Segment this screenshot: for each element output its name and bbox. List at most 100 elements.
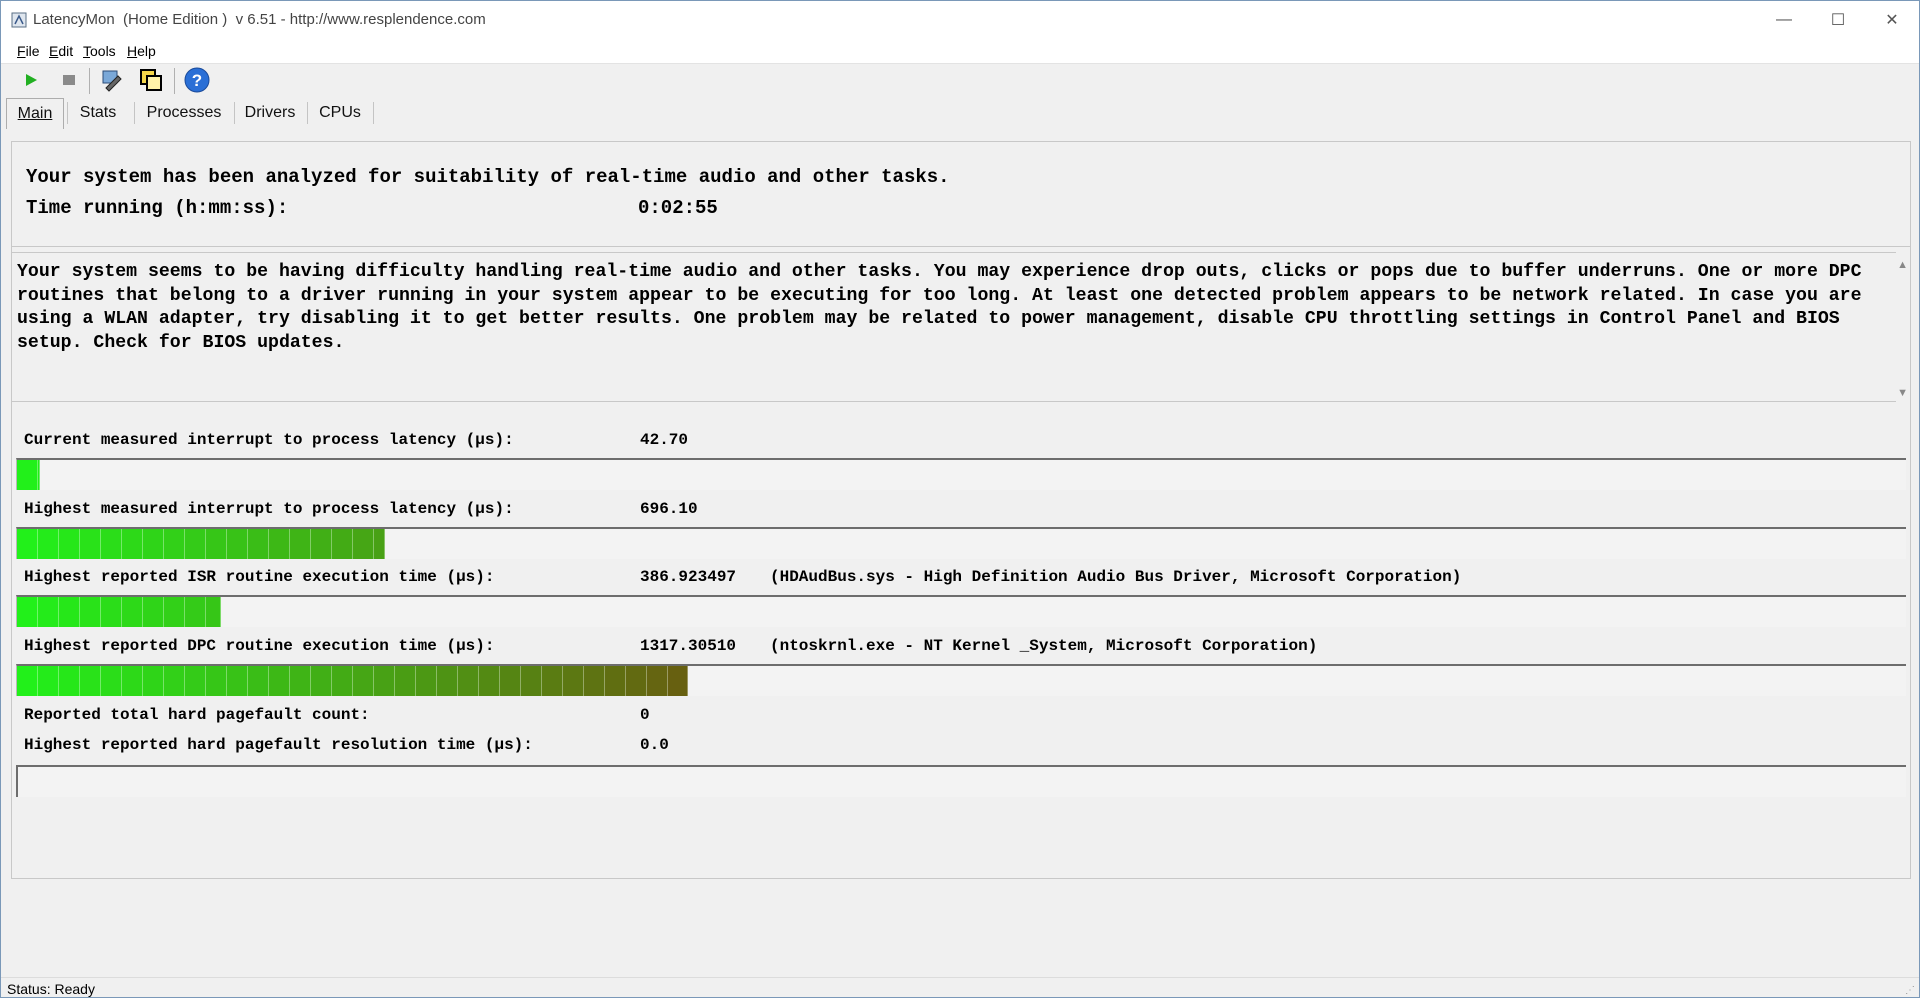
bar-segment <box>80 666 101 696</box>
bar-segment <box>311 529 332 559</box>
tab-processes[interactable]: Processes <box>139 98 229 128</box>
bar-segment <box>185 597 206 627</box>
tab-main-label: Main <box>17 105 53 122</box>
tab-separator <box>373 102 374 124</box>
current-latency-bar <box>16 458 1906 490</box>
bar-segment <box>479 666 500 696</box>
bar-segment <box>605 666 626 696</box>
bar-segment <box>227 529 248 559</box>
bar-segment <box>164 597 185 627</box>
bar-segment <box>185 529 206 559</box>
pagefault-time-value: 0.0 <box>640 736 669 754</box>
tab-strip: Main Stats Processes Drivers CPUs <box>1 98 1919 129</box>
menu-edit-accel: E <box>49 43 59 59</box>
windows-icon <box>140 69 162 91</box>
help-button[interactable]: ? <box>183 66 211 94</box>
tab-cpus[interactable]: CPUs <box>311 98 369 128</box>
bar-segment <box>353 666 374 696</box>
menu-edit-label: dit <box>58 43 74 59</box>
toolbar: ? <box>1 64 1919 98</box>
start-button[interactable] <box>17 66 45 94</box>
bar-segment <box>521 666 542 696</box>
main-panel: Your system has been analyzed for suitab… <box>11 141 1911 879</box>
menu-tools[interactable]: Tools <box>83 43 116 59</box>
close-button[interactable]: ✕ <box>1865 1 1919 39</box>
resize-grip-icon[interactable]: ⋰ <box>1905 985 1915 996</box>
bar-segment <box>290 666 311 696</box>
bar-segment <box>374 529 385 559</box>
bar-segment <box>17 460 38 490</box>
pagefault-count-label: Reported total hard pagefault count: <box>24 706 370 724</box>
summary-headline: Your system has been analyzed for suitab… <box>26 166 950 188</box>
bar-segment <box>38 460 40 490</box>
dpc-time-value: 1317.30510 <box>640 637 737 655</box>
tab-separator <box>134 102 135 124</box>
bar-segment <box>353 529 374 559</box>
bar-segment <box>206 666 227 696</box>
bar-segment <box>59 666 80 696</box>
pagefault-time-label: Highest reported hard pagefault resoluti… <box>24 736 533 754</box>
toolbar-separator <box>89 68 90 94</box>
bar-segment <box>101 666 122 696</box>
toolbar-separator <box>174 68 175 94</box>
bar-segment <box>500 666 521 696</box>
tab-separator <box>67 102 68 124</box>
dpc-time-bar <box>16 664 1906 696</box>
bar-segment <box>248 529 269 559</box>
isr-time-bar <box>16 595 1906 627</box>
bar-segment <box>17 666 38 696</box>
maximize-button[interactable]: ☐ <box>1811 1 1865 39</box>
bar-segment <box>290 529 311 559</box>
dpc-time-label: Highest reported DPC routine execution t… <box>24 637 495 655</box>
bar-segment <box>584 666 605 696</box>
dpc-time-bar-fill <box>17 666 688 696</box>
bar-segment <box>38 666 59 696</box>
scroll-down-icon[interactable]: ▼ <box>1897 387 1908 399</box>
tools-button[interactable] <box>98 66 126 94</box>
analysis-message-box[interactable]: Your system seems to be having difficult… <box>12 252 1908 402</box>
bar-segment <box>206 597 221 627</box>
bar-segment <box>626 666 647 696</box>
bar-segment <box>332 666 353 696</box>
title-bar[interactable]: LatencyMon (Home Edition ) v 6.51 - http… <box>1 1 1919 39</box>
tab-main[interactable]: Main <box>6 98 64 129</box>
bar-segment <box>164 529 185 559</box>
bar-segment <box>227 666 248 696</box>
isr-driver-detail: (HDAudBus.sys - High Definition Audio Bu… <box>770 568 1462 586</box>
bar-segment <box>122 597 143 627</box>
bar-segment <box>458 666 479 696</box>
bar-segment <box>668 666 688 696</box>
tab-stats[interactable]: Stats <box>69 98 127 128</box>
menu-edit[interactable]: Edit <box>49 43 73 59</box>
bar-segment <box>122 666 143 696</box>
current-latency-bar-fill <box>17 460 40 490</box>
bar-segment <box>374 666 395 696</box>
minimize-button[interactable]: — <box>1757 1 1811 39</box>
bar-segment <box>416 666 437 696</box>
time-running-value: 0:02:55 <box>638 197 718 219</box>
summary-section: Your system has been analyzed for suitab… <box>12 142 1910 247</box>
bar-segment <box>17 529 38 559</box>
status-bar: Status: Ready ⋰ <box>1 977 1919 997</box>
menu-file[interactable]: File <box>17 43 40 59</box>
tab-separator <box>307 102 308 124</box>
menu-help[interactable]: Help <box>127 43 156 59</box>
tab-separator <box>234 102 235 124</box>
bar-segment <box>248 666 269 696</box>
windows-button[interactable] <box>137 66 165 94</box>
app-icon <box>11 12 27 28</box>
pagefault-count-value: 0 <box>640 706 650 724</box>
bar-segment <box>395 666 416 696</box>
bar-segment <box>647 666 668 696</box>
start-icon <box>26 74 37 86</box>
dpc-driver-detail: (ntoskrnl.exe - NT Kernel _System, Micro… <box>770 637 1318 655</box>
scroll-up-icon[interactable]: ▲ <box>1897 259 1908 271</box>
wrench-icon <box>102 70 122 92</box>
bar-segment <box>563 666 584 696</box>
bar-segment <box>143 666 164 696</box>
stop-button[interactable] <box>55 66 83 94</box>
bar-segment <box>269 666 290 696</box>
tab-drivers[interactable]: Drivers <box>237 98 303 128</box>
bar-segment <box>17 597 38 627</box>
menu-tools-accel: T <box>83 43 90 59</box>
